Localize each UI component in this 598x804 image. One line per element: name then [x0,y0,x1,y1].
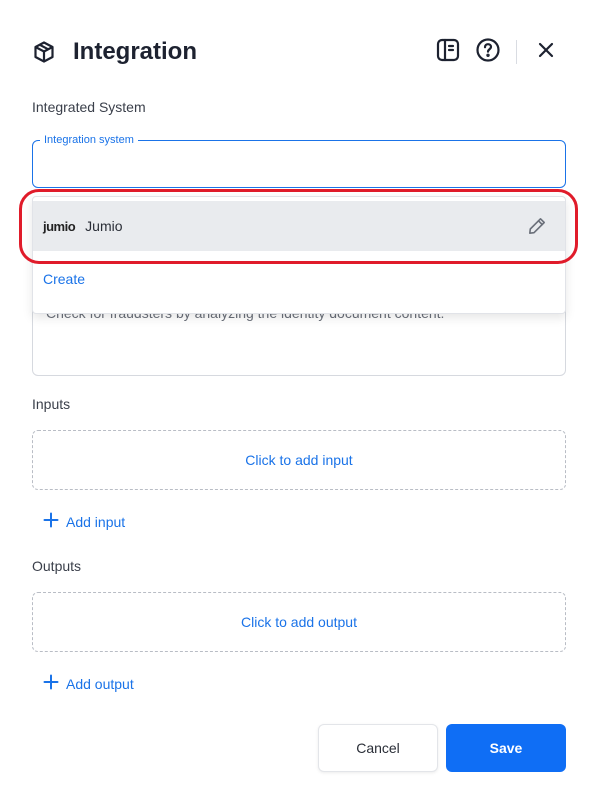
integrated-system-label: Integrated System [32,99,146,115]
dropdown-option-jumio[interactable]: jumio Jumio [33,201,565,251]
outputs-label: Outputs [32,558,82,574]
dialog-header: Integration [0,0,598,100]
close-icon [536,40,556,65]
add-input-button[interactable]: Add input [42,512,125,532]
jumio-logo: jumio [43,218,76,234]
integration-dialog: Integration Integrated System Integratio… [0,0,598,804]
add-output-placeholder: Click to add output [241,614,357,630]
add-input-label: Add input [66,514,126,530]
dropdown-option-label: Jumio [85,218,123,234]
pencil-icon[interactable] [527,216,547,236]
plus-icon [42,674,60,694]
help-icon [475,37,501,68]
cancel-button[interactable]: Cancel [318,724,438,772]
docs-button[interactable] [434,38,462,66]
header-divider [516,40,517,64]
integration-system-input[interactable] [45,155,549,179]
add-output-label: Add output [66,676,134,692]
plus-icon [42,512,60,532]
create-integration-link[interactable]: Create [43,270,85,288]
integration-system-field[interactable] [32,140,566,188]
dialog-title: Integration [73,38,197,65]
add-output-dropzone[interactable]: Click to add output [32,592,566,652]
add-output-button[interactable]: Add output [42,674,134,694]
save-button[interactable]: Save [446,724,566,772]
cube-icon [32,40,56,64]
close-button[interactable] [532,38,560,66]
integration-system-field-label: Integration system [40,133,138,147]
inputs-label: Inputs [32,396,71,412]
add-input-placeholder: Click to add input [245,452,353,468]
docs-icon [435,37,461,68]
help-button[interactable] [474,37,502,68]
add-input-dropzone[interactable]: Click to add input [32,430,566,490]
